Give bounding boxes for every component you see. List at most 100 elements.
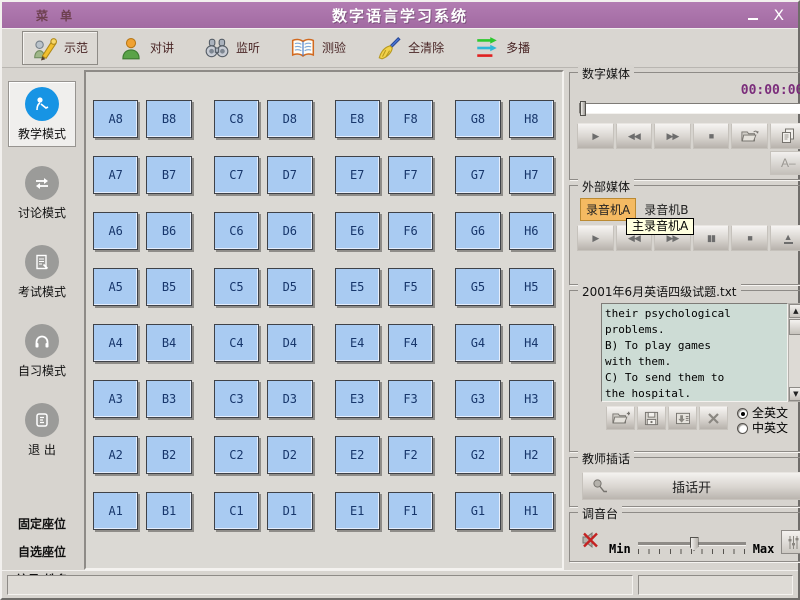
seat-button-g7[interactable]: G7 [455, 156, 500, 194]
media-progress-thumb[interactable] [580, 101, 586, 116]
copy-button[interactable] [770, 123, 800, 149]
seat-button-e1[interactable]: E1 [335, 492, 380, 530]
seat-button-g4[interactable]: G4 [455, 324, 500, 362]
seat-button-g8[interactable]: G8 [455, 100, 500, 138]
seat-button-a1[interactable]: A1 [93, 492, 138, 530]
seat-button-b8[interactable]: B8 [146, 100, 191, 138]
seat-button-f4[interactable]: F4 [388, 324, 433, 362]
seat-button-a7[interactable]: A7 [93, 156, 138, 194]
seat-button-a3[interactable]: A3 [93, 380, 138, 418]
ext-play-button[interactable]: ▶ [577, 225, 614, 251]
seat-button-f3[interactable]: F3 [388, 380, 433, 418]
seat-button-g6[interactable]: G6 [455, 212, 500, 250]
save-button[interactable] [637, 406, 666, 430]
toolbar-button-multicast[interactable]: 多播 [464, 31, 540, 65]
sidebar-item-discussion-mode[interactable]: 讨论模式 [8, 160, 76, 226]
seat-button-b3[interactable]: B3 [146, 380, 191, 418]
sidebar-link-free-seat[interactable]: 自选座位 [16, 538, 68, 566]
seat-button-e8[interactable]: E8 [335, 100, 380, 138]
seat-button-h3[interactable]: H3 [509, 380, 554, 418]
media-progress-slider[interactable] [579, 103, 800, 114]
text-content[interactable]: their psychological problems. B) To play… [601, 303, 788, 402]
toolbar-button-demo[interactable]: 示范 [22, 31, 98, 65]
seat-button-d7[interactable]: D7 [267, 156, 312, 194]
delete-text-button[interactable] [699, 406, 728, 430]
seat-button-c5[interactable]: C5 [214, 268, 259, 306]
toolbar-button-quiz[interactable]: 测验 [280, 31, 356, 65]
interject-button[interactable]: 插话开 [582, 472, 800, 500]
seat-button-e6[interactable]: E6 [335, 212, 380, 250]
scroll-down-icon[interactable]: ▼ [789, 387, 800, 401]
text-scrollbar[interactable]: ▲ ▼ [788, 303, 800, 402]
seat-button-a4[interactable]: A4 [93, 324, 138, 362]
rewind-button[interactable]: ◀◀ [616, 123, 653, 149]
seat-button-g1[interactable]: G1 [455, 492, 500, 530]
seat-button-d6[interactable]: D6 [267, 212, 312, 250]
sidebar-item-self-study-mode[interactable]: 自习模式 [8, 318, 76, 384]
seat-button-a8[interactable]: A8 [93, 100, 138, 138]
seat-button-b5[interactable]: B5 [146, 268, 191, 306]
sidebar-item-exam-mode[interactable]: 考试模式 [8, 239, 76, 305]
sidebar-item-teaching-mode[interactable]: 教学模式 [8, 81, 76, 147]
stop-button[interactable]: ■ [693, 123, 730, 149]
seat-button-c4[interactable]: C4 [214, 324, 259, 362]
ext-pause-button[interactable]: ▮▮ [693, 225, 730, 251]
ext-stop-button[interactable]: ■ [731, 225, 768, 251]
ext-eject-button[interactable]: ▲ [770, 225, 800, 251]
seat-button-e7[interactable]: E7 [335, 156, 380, 194]
mute-speaker-icon[interactable] [580, 529, 602, 554]
seat-button-c8[interactable]: C8 [214, 100, 259, 138]
seat-button-c2[interactable]: C2 [214, 436, 259, 474]
seat-button-f5[interactable]: F5 [388, 268, 433, 306]
seat-button-b7[interactable]: B7 [146, 156, 191, 194]
scroll-track[interactable] [789, 318, 800, 387]
seat-button-h6[interactable]: H6 [509, 212, 554, 250]
font-button[interactable]: A– [770, 151, 800, 175]
fast-forward-button[interactable]: ▶▶ [654, 123, 691, 149]
seat-button-a5[interactable]: A5 [93, 268, 138, 306]
sidebar-link-fixed-seat[interactable]: 固定座位 [16, 510, 68, 538]
seat-button-h8[interactable]: H8 [509, 100, 554, 138]
seat-button-h5[interactable]: H5 [509, 268, 554, 306]
toolbar-button-monitor[interactable]: 监听 [194, 31, 270, 65]
seat-button-h4[interactable]: H4 [509, 324, 554, 362]
tab-recorder-b[interactable]: 录音机B [636, 199, 696, 220]
seat-button-d1[interactable]: D1 [267, 492, 312, 530]
import-text-button[interactable] [668, 406, 697, 430]
seat-button-h2[interactable]: H2 [509, 436, 554, 474]
seat-button-d4[interactable]: D4 [267, 324, 312, 362]
seat-button-c1[interactable]: C1 [214, 492, 259, 530]
scroll-up-icon[interactable]: ▲ [789, 304, 800, 318]
seat-button-a6[interactable]: A6 [93, 212, 138, 250]
seat-button-e5[interactable]: E5 [335, 268, 380, 306]
seat-button-b2[interactable]: B2 [146, 436, 191, 474]
open-text-button[interactable] [606, 406, 635, 430]
seat-button-g2[interactable]: G2 [455, 436, 500, 474]
seat-button-b4[interactable]: B4 [146, 324, 191, 362]
seat-button-e2[interactable]: E2 [335, 436, 380, 474]
close-button[interactable]: X [774, 10, 785, 22]
seat-button-f2[interactable]: F2 [388, 436, 433, 474]
radio-all-english[interactable]: 全英文 [737, 406, 788, 421]
seat-button-f8[interactable]: F8 [388, 100, 433, 138]
seat-button-g5[interactable]: G5 [455, 268, 500, 306]
toolbar-button-intercom[interactable]: 对讲 [108, 31, 184, 65]
seat-button-e4[interactable]: E4 [335, 324, 380, 362]
seat-button-d3[interactable]: D3 [267, 380, 312, 418]
mixer-panel-button[interactable] [781, 530, 800, 554]
seat-button-h7[interactable]: H7 [509, 156, 554, 194]
play-button[interactable]: ▶ [577, 123, 614, 149]
sidebar-item-exit[interactable]: 退 出 [8, 397, 76, 463]
seat-button-d2[interactable]: D2 [267, 436, 312, 474]
radio-chinese-english[interactable]: 中英文 [737, 421, 788, 436]
seat-button-f6[interactable]: F6 [388, 212, 433, 250]
seat-button-h1[interactable]: H1 [509, 492, 554, 530]
scroll-thumb[interactable] [789, 319, 800, 335]
volume-track[interactable] [638, 542, 746, 546]
seat-button-f1[interactable]: F1 [388, 492, 433, 530]
seat-button-c3[interactable]: C3 [214, 380, 259, 418]
seat-button-f7[interactable]: F7 [388, 156, 433, 194]
seat-button-b6[interactable]: B6 [146, 212, 191, 250]
seat-button-d5[interactable]: D5 [267, 268, 312, 306]
seat-button-b1[interactable]: B1 [146, 492, 191, 530]
